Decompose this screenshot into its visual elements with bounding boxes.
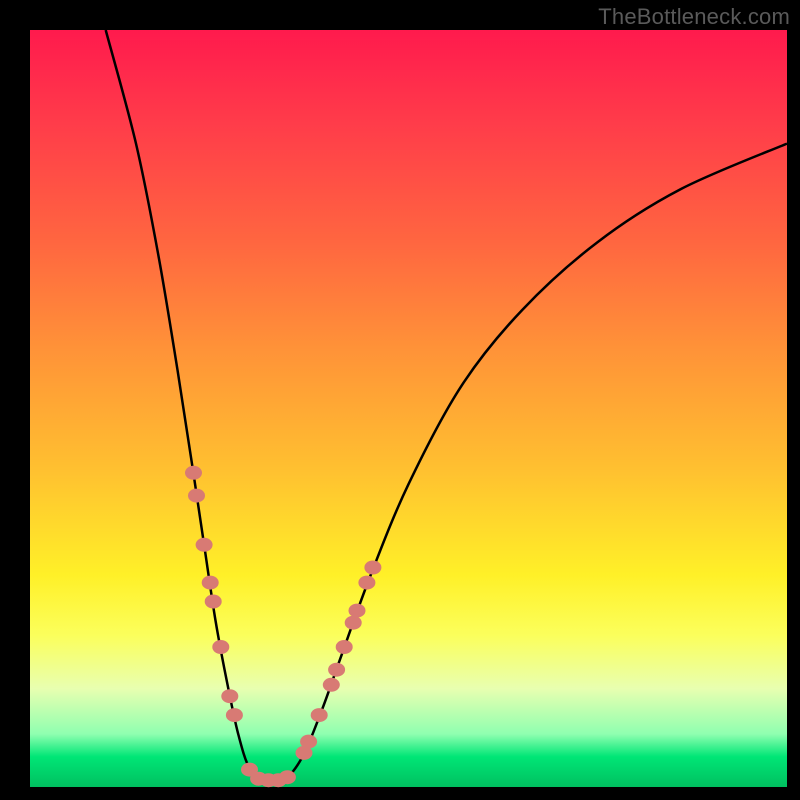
data-marker bbox=[185, 466, 202, 480]
data-markers bbox=[185, 466, 381, 787]
watermark-text: TheBottleneck.com bbox=[598, 4, 790, 30]
data-marker bbox=[205, 595, 222, 609]
data-marker bbox=[202, 576, 219, 590]
data-marker bbox=[349, 604, 366, 618]
data-marker bbox=[323, 678, 340, 692]
data-marker bbox=[311, 708, 328, 722]
chart-svg bbox=[30, 30, 787, 787]
data-marker bbox=[336, 640, 353, 654]
data-marker bbox=[212, 640, 229, 654]
data-marker bbox=[300, 735, 317, 749]
data-marker bbox=[196, 538, 213, 552]
bottleneck-curve bbox=[106, 30, 787, 782]
data-marker bbox=[279, 770, 296, 784]
plot-area bbox=[30, 30, 787, 787]
data-marker bbox=[226, 708, 243, 722]
chart-frame: TheBottleneck.com bbox=[0, 0, 800, 800]
data-marker bbox=[358, 576, 375, 590]
data-marker bbox=[188, 489, 205, 503]
data-marker bbox=[221, 689, 238, 703]
data-marker bbox=[345, 616, 362, 630]
data-marker bbox=[364, 561, 381, 575]
data-marker bbox=[328, 663, 345, 677]
